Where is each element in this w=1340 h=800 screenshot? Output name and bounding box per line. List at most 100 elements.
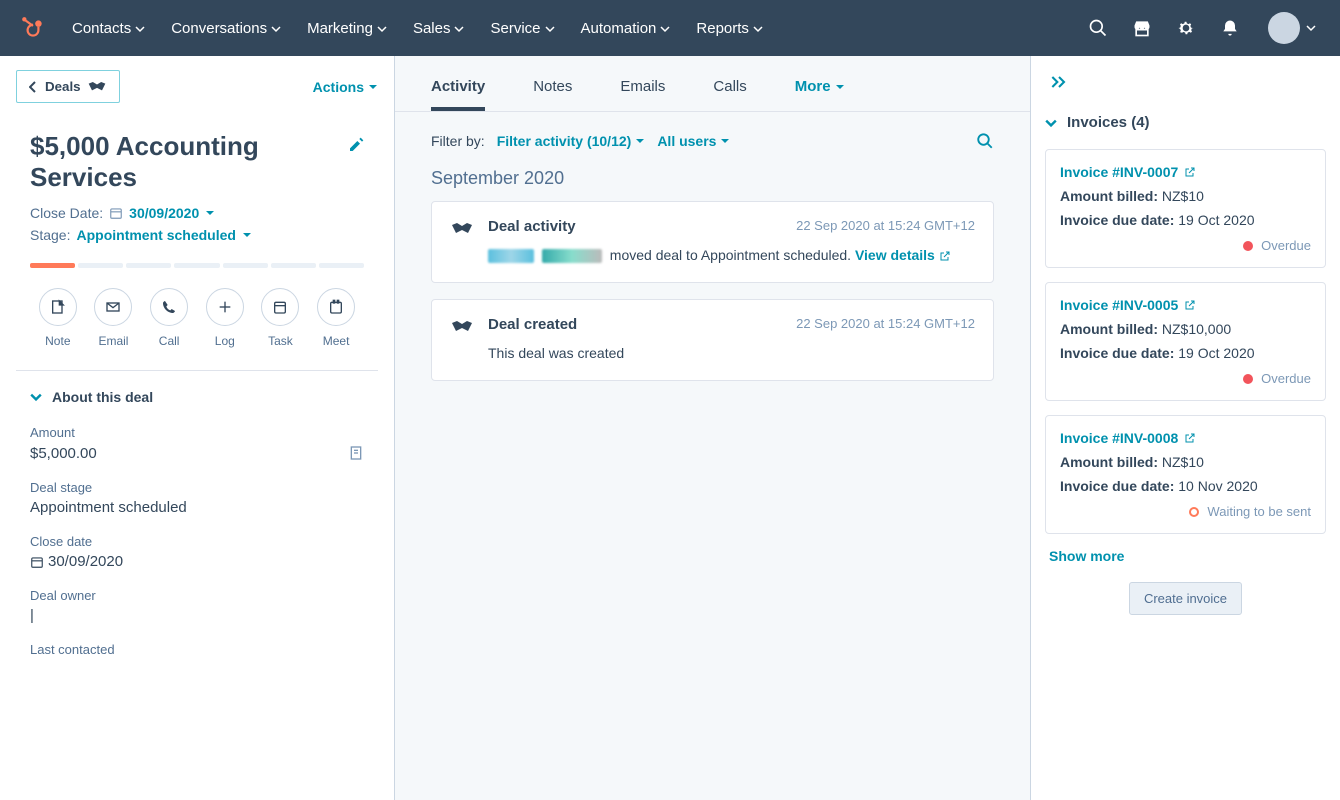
caret-down-icon [368,82,378,92]
redacted-name [488,249,534,263]
tab-notes[interactable]: Notes [533,78,572,111]
account-menu[interactable] [1264,8,1320,48]
top-nav-left: Contacts Conversations Marketing Sales S… [20,15,763,41]
lastcontacted-label: Last contacted [30,642,364,657]
redacted-name [542,249,602,263]
handshake-icon [450,318,474,364]
invoice-link[interactable]: Invoice #INV-0008 [1060,430,1196,446]
caret-down-icon [835,82,845,92]
invoice-card: Invoice #INV-0008 Amount billed: NZ$10 I… [1045,415,1326,534]
qa-call[interactable]: Call [145,288,193,348]
nav-sales[interactable]: Sales [413,20,465,37]
filter-users-dropdown[interactable]: All users [657,133,730,149]
center-panel: Activity Notes Emails Calls More Filter … [395,56,1030,800]
external-link-icon [1184,432,1196,444]
qa-log[interactable]: Log [201,288,249,348]
nav-marketing[interactable]: Marketing [307,20,387,37]
month-heading: September 2020 [395,162,1030,201]
activity-tabs: Activity Notes Emails Calls More [395,56,1030,112]
owner-label: Deal owner [30,588,364,603]
nav-conversations[interactable]: Conversations [171,20,281,37]
caret-down-icon [205,208,215,218]
closedate-value: 30/09/2020 [30,553,364,570]
filter-label: Filter by: [431,133,485,149]
qa-note[interactable]: Note [34,288,82,348]
invoice-link[interactable]: Invoice #INV-0007 [1060,164,1196,180]
qa-email[interactable]: Email [89,288,137,348]
tab-more[interactable]: More [795,78,845,111]
tab-activity[interactable]: Activity [431,78,485,111]
calendar-icon [109,206,123,220]
nav-reports[interactable]: Reports [696,20,763,37]
nav-service[interactable]: Service [490,20,554,37]
tab-emails[interactable]: Emails [620,78,665,111]
actions-menu[interactable]: Actions [313,79,378,95]
activity-card-deal-activity: Deal activity 22 Sep 2020 at 15:24 GMT+1… [431,201,994,283]
dealstage-value: Appointment scheduled [30,499,364,516]
back-to-deals-button[interactable]: Deals [16,70,120,103]
invoice-card: Invoice #INV-0005 Amount billed: NZ$10,0… [1045,282,1326,401]
closedate-label: Close date [30,534,364,549]
nav-contacts[interactable]: Contacts [72,20,145,37]
invoice-link[interactable]: Invoice #INV-0005 [1060,297,1196,313]
chevron-down-icon [1045,117,1057,129]
marketplace-icon[interactable] [1132,18,1152,38]
filter-row: Filter by: Filter activity (10/12) All u… [395,112,1030,162]
gear-icon[interactable] [1176,18,1196,38]
external-link-icon [1184,166,1196,178]
expand-panel-icon[interactable] [1045,70,1073,94]
chevron-left-icon [29,81,37,93]
card-body-text: This deal was created [488,343,975,364]
about-this-deal-body: Amount $5,000.00 Deal stage Appointment … [0,413,394,687]
activity-search-icon[interactable] [976,132,994,150]
back-label: Deals [45,79,81,94]
amount-value: $5,000.00 [30,445,97,462]
bell-icon[interactable] [1220,18,1240,38]
activity-card-deal-created: Deal created 22 Sep 2020 at 15:24 GMT+12… [431,299,994,381]
card-timestamp: 22 Sep 2020 at 15:24 GMT+12 [796,218,975,235]
invoices-section-toggle[interactable]: Invoices (4) [1045,114,1326,131]
stage-progress [0,249,394,268]
avatar-icon [1268,12,1300,44]
invoice-status: Overdue [1060,238,1311,253]
create-invoice-button[interactable]: Create invoice [1129,582,1242,615]
close-date-row[interactable]: Close Date: 30/09/2020 [30,205,364,221]
qa-meet[interactable]: Meet [312,288,360,348]
filter-activity-dropdown[interactable]: Filter activity (10/12) [497,133,646,149]
stage-row[interactable]: Stage: Appointment scheduled [30,227,364,243]
top-nav: Contacts Conversations Marketing Sales S… [0,0,1340,56]
card-timestamp: 22 Sep 2020 at 15:24 GMT+12 [796,316,975,333]
view-details-link[interactable]: View details [855,245,951,266]
details-icon[interactable] [348,444,364,462]
card-body-text: moved deal to Appointment scheduled. Vie… [488,245,975,266]
show-more-invoices[interactable]: Show more [1049,548,1326,564]
search-icon[interactable] [1088,18,1108,38]
card-title: Deal activity [488,218,576,235]
caret-down-icon [242,230,252,240]
quick-actions: Note Email Call Log Task Meet [0,268,394,370]
calendar-icon [30,555,44,569]
handshake-icon [87,80,107,94]
nav-automation[interactable]: Automation [581,20,671,37]
invoice-status: Waiting to be sent [1060,504,1311,519]
amount-label: Amount [30,425,364,440]
about-this-deal-toggle[interactable]: About this deal [0,371,394,413]
qa-task[interactable]: Task [256,288,304,348]
tab-calls[interactable]: Calls [713,78,746,111]
external-link-icon [1184,299,1196,311]
card-title: Deal created [488,316,577,333]
chevron-down-icon [30,391,42,403]
status-dot-icon [1189,507,1199,517]
hubspot-logo-icon[interactable] [20,15,46,41]
status-dot-icon [1243,374,1253,384]
external-link-icon [939,250,951,262]
invoice-card: Invoice #INV-0007 Amount billed: NZ$10 I… [1045,149,1326,268]
page-body: Deals Actions $5,000 Accounting Services… [0,56,1340,800]
deal-title: $5,000 Accounting Services [30,131,310,193]
owner-value[interactable]: | [30,607,364,624]
right-panel: Invoices (4) Invoice #INV-0007 Amount bi… [1030,56,1340,800]
top-nav-right [1088,8,1320,48]
chevron-down-icon [1306,23,1316,33]
status-dot-icon [1243,241,1253,251]
edit-icon[interactable] [348,137,364,153]
